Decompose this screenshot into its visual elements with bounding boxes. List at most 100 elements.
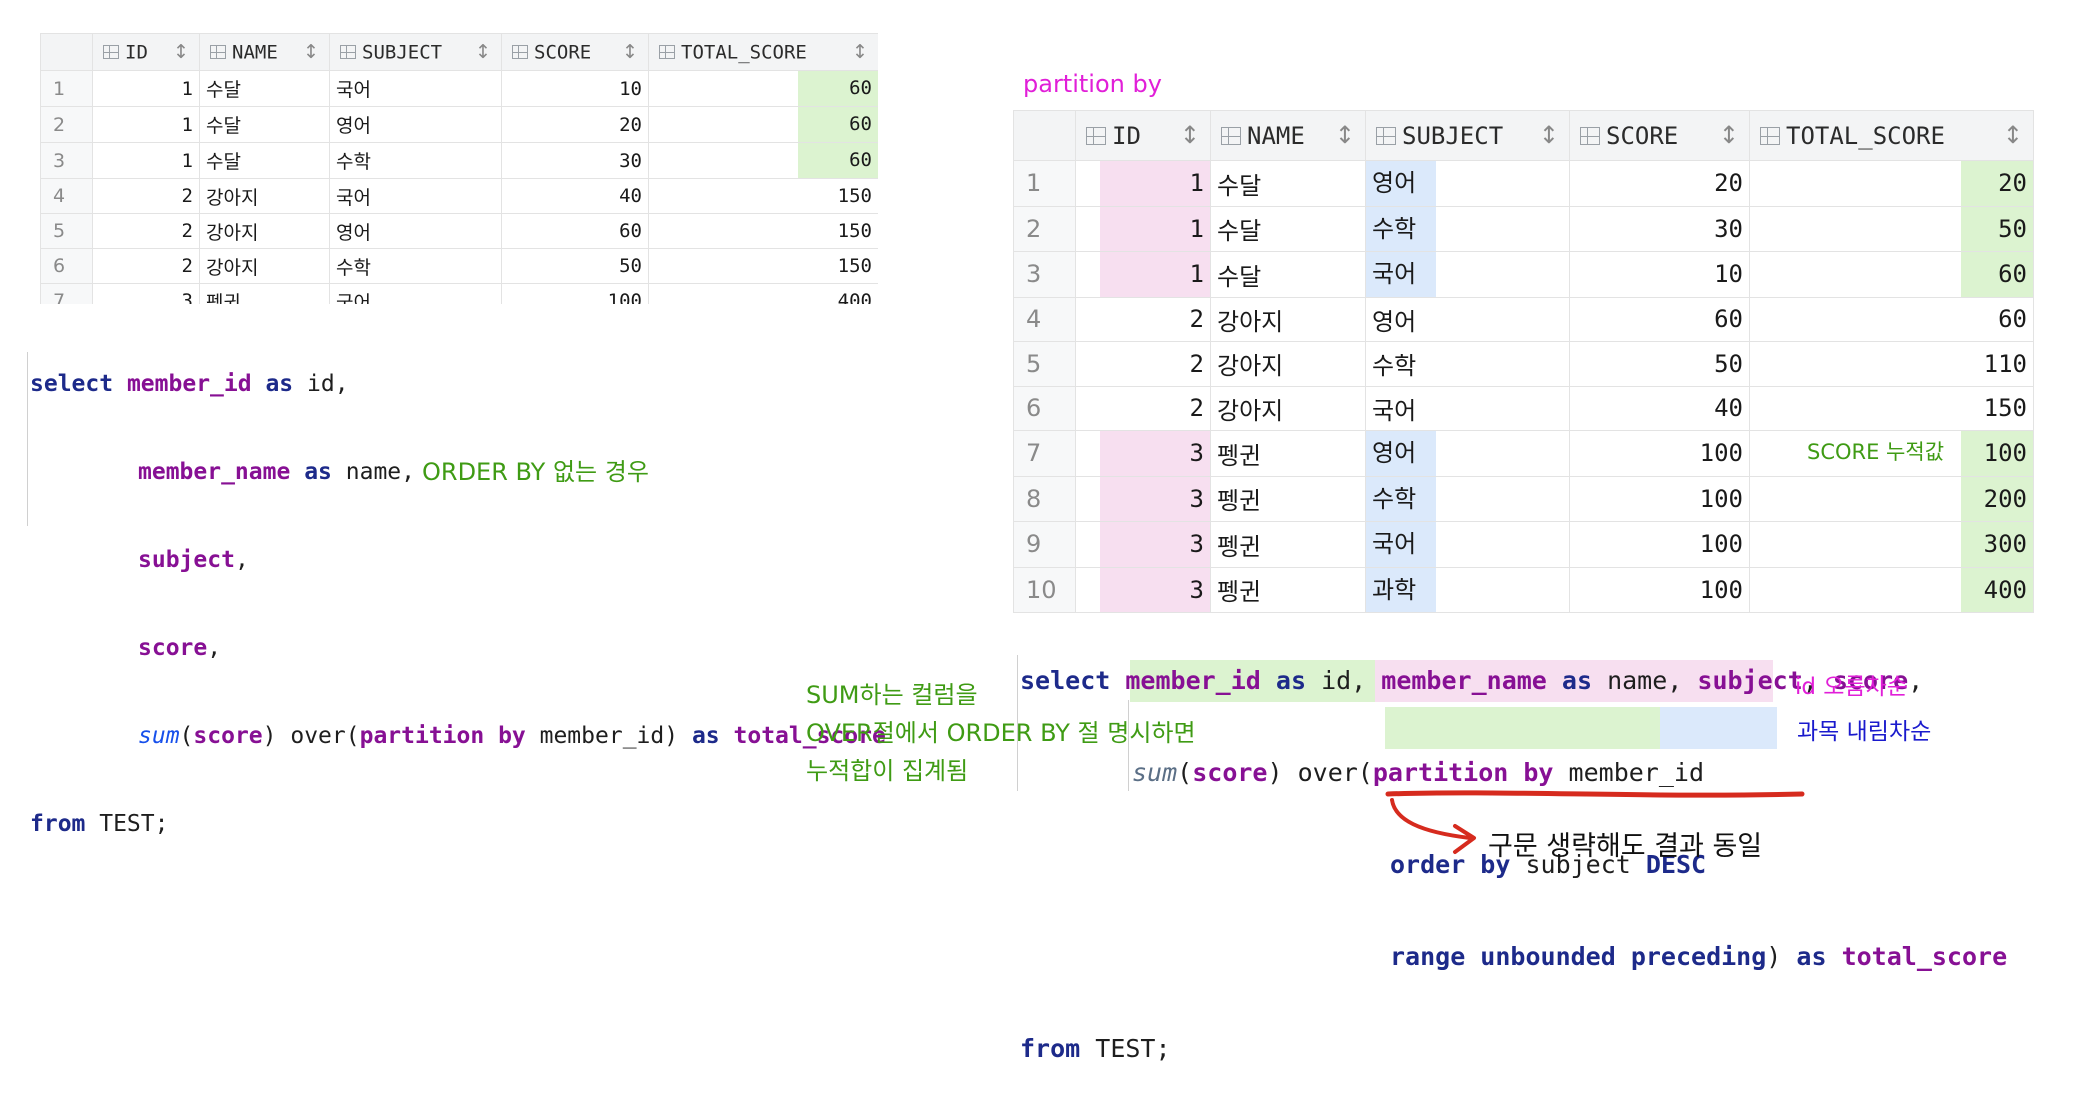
table-row[interactable]: 1 1 수달 영어 20 20 bbox=[1013, 160, 2034, 207]
id-cell[interactable]: 2 bbox=[92, 248, 200, 284]
name-cell[interactable]: 펭귄 bbox=[1210, 566, 1366, 613]
id-cell[interactable]: 3 bbox=[1075, 521, 1211, 568]
score-cell[interactable]: 100 bbox=[501, 283, 649, 304]
row-number-cell[interactable]: 7 bbox=[1013, 430, 1076, 477]
table-row[interactable]: 5 2 강아지 영어 60 150 bbox=[40, 213, 878, 249]
id-cell[interactable]: 2 bbox=[92, 178, 200, 214]
name-cell[interactable]: 펭귄 bbox=[199, 283, 330, 304]
table-row[interactable]: 4 2 강아지 국어 40 150 bbox=[40, 178, 878, 214]
total-score-cell[interactable]: 60 bbox=[648, 106, 878, 143]
score-cell[interactable]: 30 bbox=[501, 142, 649, 179]
table-row[interactable]: 7 3 펭귄 국어 100 400 bbox=[40, 283, 878, 304]
row-number-cell[interactable]: 1 bbox=[40, 70, 93, 107]
total-score-cell[interactable]: 400 bbox=[1749, 566, 2034, 613]
row-number-cell[interactable]: 8 bbox=[1013, 475, 1076, 522]
subject-cell[interactable]: 영어 bbox=[1365, 430, 1570, 477]
table-row[interactable]: 8 3 펭귄 수학 100 200 bbox=[1013, 475, 2034, 522]
subject-cell[interactable]: 국어 bbox=[329, 283, 502, 304]
row-number-cell[interactable]: 7 bbox=[40, 283, 93, 304]
column-header-score[interactable]: SCORE ↕ bbox=[1569, 110, 1750, 161]
score-cell[interactable]: 100 bbox=[1569, 521, 1750, 568]
subject-cell[interactable]: 수학 bbox=[329, 142, 502, 179]
name-cell[interactable]: 수달 bbox=[1210, 160, 1366, 207]
score-cell[interactable]: 20 bbox=[1569, 160, 1750, 207]
total-score-cell[interactable]: 150 bbox=[648, 178, 878, 214]
subject-cell[interactable]: 국어 bbox=[1365, 521, 1570, 568]
total-score-cell[interactable]: 150 bbox=[1749, 385, 2034, 431]
total-score-cell[interactable]: 60 bbox=[1749, 251, 2034, 298]
row-number-cell[interactable]: 9 bbox=[1013, 521, 1076, 568]
subject-cell[interactable]: 국어 bbox=[329, 178, 502, 214]
id-cell[interactable]: 3 bbox=[1075, 566, 1211, 613]
id-cell[interactable]: 1 bbox=[1075, 251, 1211, 298]
id-cell[interactable]: 1 bbox=[1075, 205, 1211, 252]
table-row[interactable]: 6 2 강아지 국어 40 150 bbox=[1013, 385, 2034, 431]
score-cell[interactable]: 60 bbox=[501, 213, 649, 249]
score-cell[interactable]: 50 bbox=[1569, 341, 1750, 387]
name-cell[interactable]: 수달 bbox=[199, 70, 330, 107]
subject-cell[interactable]: 국어 bbox=[1365, 385, 1570, 431]
subject-cell[interactable]: 영어 bbox=[329, 106, 502, 143]
id-cell[interactable]: 3 bbox=[92, 283, 200, 304]
column-header-total-score[interactable]: TOTAL_SCORE ↕ bbox=[648, 33, 878, 71]
subject-cell[interactable]: 수학 bbox=[1365, 341, 1570, 387]
sort-toggle-icon[interactable]: ↕ bbox=[475, 41, 491, 63]
sort-toggle-icon[interactable]: ↕ bbox=[173, 41, 189, 63]
sort-toggle-icon[interactable]: ↕ bbox=[1719, 121, 1739, 149]
column-header-name[interactable]: NAME ↕ bbox=[199, 33, 330, 71]
total-score-cell[interactable]: 150 bbox=[648, 248, 878, 284]
total-score-cell[interactable]: 20 bbox=[1749, 160, 2034, 207]
row-number-cell[interactable]: 6 bbox=[1013, 385, 1076, 431]
table-row[interactable]: 2 1 수달 수학 30 50 bbox=[1013, 205, 2034, 252]
total-score-cell[interactable]: 400 bbox=[648, 283, 878, 304]
name-cell[interactable]: 수달 bbox=[1210, 251, 1366, 298]
row-number-cell[interactable]: 10 bbox=[1013, 566, 1076, 613]
subject-cell[interactable]: 영어 bbox=[1365, 160, 1570, 207]
name-cell[interactable]: 강아지 bbox=[1210, 385, 1366, 431]
row-number-cell[interactable]: 2 bbox=[1013, 205, 1076, 252]
name-cell[interactable]: 펭귄 bbox=[1210, 521, 1366, 568]
name-cell[interactable]: 수달 bbox=[199, 106, 330, 143]
id-cell[interactable]: 3 bbox=[1075, 430, 1211, 477]
subject-cell[interactable]: 수학 bbox=[1365, 205, 1570, 252]
column-header-subject[interactable]: SUBJECT ↕ bbox=[329, 33, 502, 71]
column-header-total-score[interactable]: TOTAL_SCORE ↕ bbox=[1749, 110, 2034, 161]
name-cell[interactable]: 수달 bbox=[199, 142, 330, 179]
sort-toggle-icon[interactable]: ↕ bbox=[1335, 121, 1355, 149]
sort-toggle-icon[interactable]: ↕ bbox=[1180, 121, 1200, 149]
table-row[interactable]: 9 3 펭귄 국어 100 300 bbox=[1013, 521, 2034, 568]
name-cell[interactable]: 펭귄 bbox=[1210, 475, 1366, 522]
table-row[interactable]: 6 2 강아지 수학 50 150 bbox=[40, 248, 878, 284]
subject-cell[interactable]: 수학 bbox=[1365, 475, 1570, 522]
row-number-cell[interactable]: 5 bbox=[40, 213, 93, 249]
id-cell[interactable]: 1 bbox=[92, 106, 200, 143]
total-score-cell[interactable]: 300 bbox=[1749, 521, 2034, 568]
total-score-cell[interactable]: 60 bbox=[1749, 296, 2034, 342]
name-cell[interactable]: 강아지 bbox=[199, 213, 330, 249]
row-number-cell[interactable]: 4 bbox=[40, 178, 93, 214]
name-cell[interactable]: 강아지 bbox=[199, 178, 330, 214]
score-cell[interactable]: 50 bbox=[501, 248, 649, 284]
total-score-cell[interactable]: 150 bbox=[648, 213, 878, 249]
name-cell[interactable]: 펭귄 bbox=[1210, 430, 1366, 477]
subject-cell[interactable]: 수학 bbox=[329, 248, 502, 284]
subject-cell[interactable]: 영어 bbox=[1365, 296, 1570, 342]
score-cell[interactable]: 40 bbox=[1569, 385, 1750, 431]
row-number-cell[interactable]: 3 bbox=[40, 142, 93, 179]
name-cell[interactable]: 강아지 bbox=[1210, 296, 1366, 342]
total-score-cell[interactable]: 60 bbox=[648, 70, 878, 107]
score-cell[interactable]: 100 bbox=[1569, 566, 1750, 613]
row-number-cell[interactable]: 3 bbox=[1013, 251, 1076, 298]
score-cell[interactable]: 10 bbox=[1569, 251, 1750, 298]
column-header-subject[interactable]: SUBJECT ↕ bbox=[1365, 110, 1570, 161]
name-cell[interactable]: 강아지 bbox=[1210, 341, 1366, 387]
score-cell[interactable]: 10 bbox=[501, 70, 649, 107]
total-score-cell[interactable]: 200 bbox=[1749, 475, 2034, 522]
column-header-id[interactable]: ID ↕ bbox=[92, 33, 200, 71]
column-header-score[interactable]: SCORE ↕ bbox=[501, 33, 649, 71]
sort-toggle-icon[interactable]: ↕ bbox=[852, 41, 868, 63]
sort-toggle-icon[interactable]: ↕ bbox=[622, 41, 638, 63]
id-cell[interactable]: 2 bbox=[1075, 385, 1211, 431]
table-row[interactable]: 3 1 수달 수학 30 60 bbox=[40, 142, 878, 179]
score-cell[interactable]: 100 bbox=[1569, 430, 1750, 477]
